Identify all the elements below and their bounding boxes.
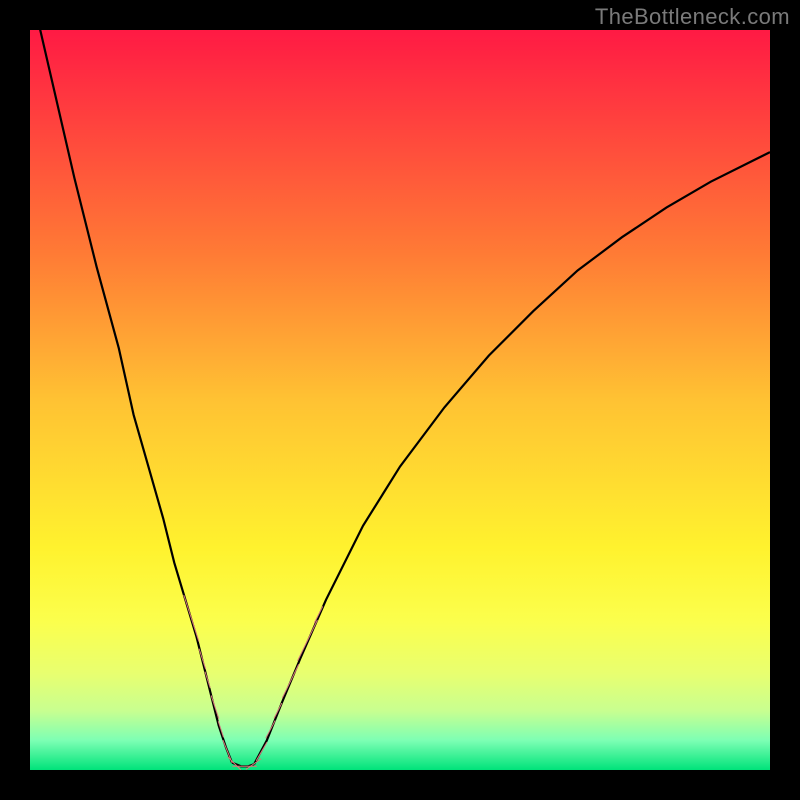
bead bbox=[256, 743, 266, 761]
bead bbox=[274, 704, 281, 719]
bead-markers bbox=[184, 595, 323, 769]
bead bbox=[199, 649, 205, 669]
bead bbox=[246, 759, 261, 769]
frame: TheBottleneck.com bbox=[0, 0, 800, 800]
bead bbox=[315, 607, 323, 623]
bead bbox=[282, 665, 298, 698]
plot-area bbox=[30, 30, 770, 770]
curve-right bbox=[254, 152, 770, 764]
bead bbox=[266, 721, 275, 738]
curve-left bbox=[30, 30, 232, 763]
curve-layer bbox=[30, 30, 770, 770]
bead bbox=[228, 757, 241, 770]
bead bbox=[184, 595, 199, 641]
watermark-text: TheBottleneck.com bbox=[595, 4, 790, 30]
bead bbox=[298, 621, 317, 661]
